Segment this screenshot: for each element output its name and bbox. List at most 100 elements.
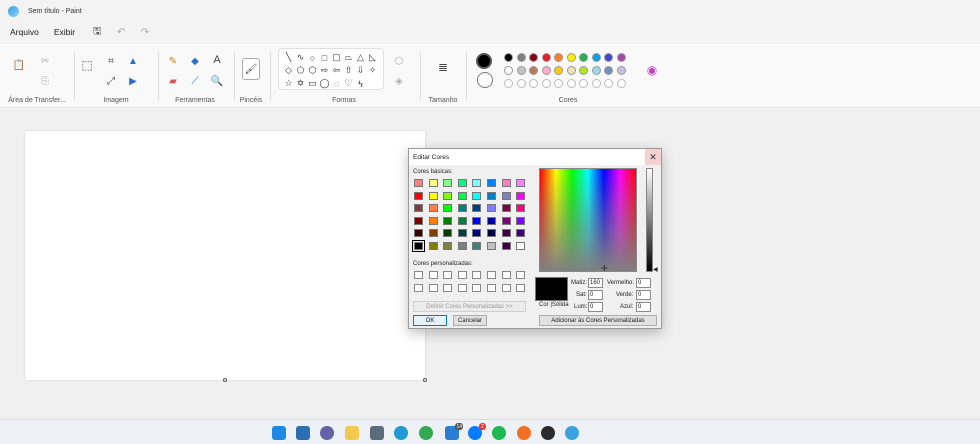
custom-color-swatch[interactable] (428, 284, 438, 292)
basic-color-swatch[interactable] (516, 229, 526, 237)
basic-color-swatch[interactable] (414, 179, 423, 187)
basic-color-swatch[interactable] (428, 229, 438, 237)
calculator-icon[interactable] (370, 426, 384, 440)
custom-color-swatch[interactable] (457, 284, 467, 292)
basic-color-swatch[interactable] (412, 239, 425, 252)
custom-color-swatch[interactable] (428, 271, 438, 279)
basic-color-swatch[interactable] (487, 204, 496, 212)
resize-handle-corner[interactable] (423, 378, 427, 382)
basic-color-swatch[interactable] (501, 216, 511, 225)
green-field[interactable]: 0 (636, 290, 651, 300)
store-icon[interactable]: 14 (445, 423, 463, 440)
basic-color-swatch[interactable] (443, 179, 453, 187)
basic-color-swatch[interactable] (516, 179, 526, 187)
undo-icon[interactable]: ↶ (114, 25, 128, 39)
basic-color-swatch[interactable] (501, 229, 511, 237)
basic-color-swatch[interactable] (428, 204, 438, 212)
resize-icon[interactable]: ⤢ (104, 74, 118, 88)
lum-field[interactable]: 0 (588, 302, 603, 312)
add-custom-color-button[interactable]: Adicionar às Cores Personalizadas (539, 315, 657, 326)
eraser-icon[interactable]: ▰ (166, 74, 180, 88)
ok-button[interactable]: OK (413, 315, 447, 326)
custom-color-swatch[interactable] (516, 271, 526, 279)
define-custom-colors-button[interactable]: Definir Cores Personalizadas >> (413, 301, 526, 312)
basic-color-swatch[interactable] (516, 204, 526, 212)
edit-colors-icon[interactable]: ◉ (645, 63, 659, 77)
flip-icon[interactable]: ▶ (126, 74, 140, 88)
edge-icon[interactable] (394, 426, 408, 440)
basic-color-swatch[interactable] (501, 241, 511, 250)
basic-color-swatch[interactable] (457, 241, 467, 250)
basic-color-swatch[interactable] (428, 216, 438, 225)
file-explorer-icon[interactable] (345, 426, 359, 440)
basic-color-swatch[interactable] (487, 179, 496, 187)
rotate-icon[interactable]: ▲ (126, 54, 140, 68)
color-picker-icon[interactable]: ⟋ (188, 74, 202, 88)
magnifier-icon[interactable]: 🔍 (210, 74, 224, 88)
lum-arrow-icon[interactable]: ◀ (653, 266, 658, 273)
custom-color-swatch[interactable] (472, 284, 482, 292)
basic-color-swatch[interactable] (501, 191, 511, 200)
basic-color-swatch[interactable] (472, 229, 482, 237)
basic-color-swatch[interactable] (428, 241, 438, 250)
basic-color-swatch[interactable] (472, 179, 482, 187)
custom-color-swatch[interactable] (487, 271, 496, 279)
basic-color-swatch[interactable] (501, 179, 511, 187)
paste-icon[interactable]: 📋 (12, 58, 26, 72)
close-icon[interactable]: ✕ (645, 149, 661, 165)
basic-color-swatch[interactable] (516, 191, 526, 200)
red-field[interactable]: 0 (636, 278, 651, 288)
color2-selector[interactable] (477, 72, 493, 88)
pencil-icon[interactable]: ✎ (166, 54, 180, 68)
spotify-icon[interactable] (492, 426, 506, 440)
basic-color-swatch[interactable] (414, 191, 423, 200)
cut-icon[interactable]: ✂ (38, 54, 52, 68)
color1-selector[interactable] (476, 53, 492, 69)
resize-handle-bottom[interactable] (223, 378, 227, 382)
basic-color-swatch[interactable] (443, 241, 453, 250)
redo-icon[interactable]: ↷ (138, 25, 152, 39)
basic-color-swatch[interactable] (443, 216, 453, 225)
sat-field[interactable]: 0 (588, 290, 603, 300)
crop-icon[interactable]: ⌗ (104, 54, 118, 68)
widgets-icon[interactable] (296, 426, 310, 440)
basic-color-swatch[interactable] (428, 179, 438, 187)
menu-arquivo[interactable]: Arquivo (10, 27, 39, 37)
drawing-canvas[interactable] (25, 131, 425, 380)
basic-color-swatch[interactable] (472, 216, 482, 225)
basic-color-swatch[interactable] (443, 204, 453, 212)
menu-exibir[interactable]: Exibir (54, 27, 75, 37)
custom-color-swatch[interactable] (472, 271, 482, 279)
custom-color-swatch[interactable] (516, 284, 526, 292)
luminosity-slider[interactable] (646, 168, 653, 272)
save-icon[interactable]: 🖫 (90, 25, 104, 39)
basic-color-swatch[interactable] (414, 216, 423, 225)
basic-color-swatch[interactable] (457, 191, 467, 200)
messenger-icon[interactable]: 2 (468, 423, 486, 440)
basic-color-swatch[interactable] (487, 191, 496, 200)
basic-color-swatch[interactable] (457, 216, 467, 225)
basic-color-swatch[interactable] (487, 229, 496, 237)
cancel-button[interactable]: Cancelar (453, 315, 487, 326)
color-spectrum[interactable] (539, 168, 637, 272)
custom-color-swatch[interactable] (443, 271, 453, 279)
copy-icon[interactable]: ⎘ (38, 74, 52, 88)
custom-color-swatch[interactable] (501, 284, 511, 292)
basic-color-swatch[interactable] (516, 216, 526, 225)
hue-field[interactable]: 160 (588, 278, 603, 288)
basic-color-swatch[interactable] (457, 179, 467, 187)
basic-color-swatch[interactable] (501, 204, 511, 212)
select-icon[interactable]: ⬚ (80, 58, 94, 72)
custom-color-swatch[interactable] (457, 271, 467, 279)
basic-color-swatch[interactable] (487, 241, 496, 250)
basic-color-swatch[interactable] (428, 191, 438, 200)
brush-icon[interactable]: 🖌 (242, 58, 260, 80)
custom-color-swatch[interactable] (414, 284, 423, 292)
fill-icon[interactable]: ◆ (188, 54, 202, 68)
basic-color-swatch[interactable] (472, 241, 482, 250)
basic-color-swatch[interactable] (516, 241, 526, 250)
blue-field[interactable]: 0 (636, 302, 651, 312)
basic-color-swatch[interactable] (472, 191, 482, 200)
size-icon[interactable]: ≣ (436, 60, 450, 74)
podcast-icon[interactable] (517, 426, 531, 440)
